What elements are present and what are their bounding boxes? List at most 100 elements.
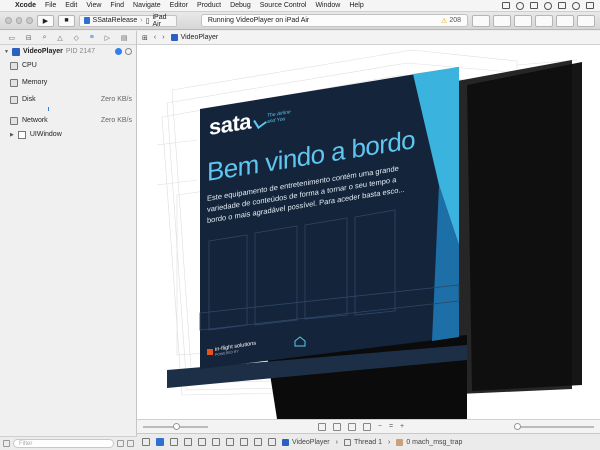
- spotlight-icon[interactable]: [572, 1, 580, 10]
- menu-edit[interactable]: Edit: [65, 2, 77, 9]
- chevron-right-icon: ›: [335, 438, 338, 446]
- show-constraints-icon[interactable]: [332, 422, 341, 431]
- step-out-icon[interactable]: [212, 438, 220, 446]
- gauge-network[interactable]: Network Zero KB/s: [0, 113, 136, 128]
- range-slider[interactable]: [514, 422, 594, 430]
- debug-crumb-thread[interactable]: Thread 1: [343, 438, 382, 446]
- warning-indicator[interactable]: ⚠ 208: [441, 17, 461, 25]
- menu-editor[interactable]: Editor: [170, 2, 188, 9]
- menu-product[interactable]: Product: [197, 2, 221, 9]
- gauge-memory[interactable]: Memory: [0, 75, 136, 90]
- simulate-location-icon[interactable]: [268, 438, 276, 446]
- toolbar-right-group: [472, 14, 596, 27]
- menu-find[interactable]: Find: [110, 2, 124, 9]
- version-editor-button[interactable]: [514, 14, 533, 27]
- add-icon[interactable]: [3, 440, 10, 447]
- debug-gauges-icon[interactable]: [115, 48, 122, 55]
- process-pid: PID 2147: [65, 48, 96, 55]
- exploded-view-hierarchy[interactable]: [137, 45, 600, 419]
- ipad-icon: ▯: [145, 17, 150, 25]
- run-button[interactable]: ▶: [37, 14, 54, 27]
- step-over-icon[interactable]: [184, 438, 192, 446]
- menu-window[interactable]: Window: [315, 2, 340, 9]
- report-icon[interactable]: ▤: [121, 34, 128, 42]
- stop-button[interactable]: ■: [57, 14, 75, 27]
- slider-knob[interactable]: [514, 422, 521, 430]
- toggle-navigator-button[interactable]: [535, 14, 554, 27]
- show-clipped-icon[interactable]: [317, 422, 326, 431]
- zoom-actual-icon[interactable]: =: [389, 423, 393, 430]
- hide-debug-area-icon[interactable]: [142, 438, 150, 446]
- issue-icon[interactable]: △: [57, 34, 62, 42]
- toggle-utilities-button[interactable]: [577, 14, 596, 27]
- folder-icon[interactable]: ▭: [8, 34, 15, 42]
- disclosure-down-icon[interactable]: ▼: [4, 49, 9, 55]
- assistant-editor-button[interactable]: [493, 14, 512, 27]
- menu-view[interactable]: View: [86, 2, 101, 9]
- back-icon[interactable]: ‹: [154, 34, 156, 41]
- screen-share-icon[interactable]: [502, 2, 510, 9]
- spacing-slider[interactable]: [143, 422, 208, 430]
- gauge-cpu[interactable]: CPU: [0, 58, 136, 73]
- related-items-icon[interactable]: ⊞: [142, 34, 148, 42]
- debug-frame: 0 mach_msg_trap: [406, 438, 463, 446]
- gauge-value: Zero KB/s: [100, 96, 132, 103]
- breakpoints-toggle-icon[interactable]: [156, 438, 164, 446]
- scheme-selector[interactable]: SSataRelease › ▯ iPad Air: [78, 14, 177, 28]
- menu-source-control[interactable]: Source Control: [260, 2, 307, 9]
- toggle-debug-area-button[interactable]: [556, 14, 575, 27]
- window-close-button[interactable]: [5, 17, 12, 24]
- orient-icon[interactable]: [362, 422, 371, 431]
- view-debugger-controls: − = +: [137, 419, 600, 433]
- memory-graph-icon[interactable]: [240, 438, 248, 446]
- breakpoint-icon[interactable]: ▷: [105, 34, 110, 42]
- view-hierarchy-icon[interactable]: [226, 438, 234, 446]
- airplay-icon[interactable]: [530, 2, 538, 9]
- step-in-icon[interactable]: [198, 438, 206, 446]
- debug-crumb-process[interactable]: VideoPlayer: [282, 438, 330, 446]
- menu-file[interactable]: File: [45, 2, 56, 9]
- cpu-icon: [10, 61, 18, 70]
- disclosure-right-icon[interactable]: ▶: [10, 132, 14, 138]
- zoom-in-icon[interactable]: +: [400, 423, 404, 430]
- notification-center-icon[interactable]: [586, 2, 594, 9]
- time-machine-icon[interactable]: [516, 1, 524, 10]
- battery-icon[interactable]: [558, 2, 566, 9]
- filter-option-icon[interactable]: [127, 440, 134, 447]
- jump-bar-crumb[interactable]: VideoPlayer: [170, 34, 218, 41]
- standard-editor-button[interactable]: [472, 14, 491, 27]
- window-minimize-button[interactable]: [15, 17, 23, 24]
- gauge-label: CPU: [22, 62, 37, 69]
- process-row[interactable]: ▼ VideoPlayer PID 2147: [0, 45, 136, 58]
- debug-crumb-frame[interactable]: 0 mach_msg_trap: [396, 438, 463, 446]
- menu-help[interactable]: Help: [349, 2, 363, 9]
- test-icon[interactable]: ◇: [74, 34, 79, 42]
- view-debugger-canvas[interactable]: sata The Airline and You Bem vindo a bor…: [137, 45, 600, 419]
- symbol-icon[interactable]: ⊟: [26, 34, 32, 42]
- menu-debug[interactable]: Debug: [230, 2, 251, 9]
- slider-knob[interactable]: [173, 422, 180, 430]
- menu-app-name[interactable]: Xcode: [15, 2, 36, 9]
- activity-status: Running VideoPlayer on iPad Air: [207, 17, 310, 24]
- filter-input[interactable]: Filter: [13, 439, 114, 448]
- window-zoom-button[interactable]: [26, 17, 34, 24]
- chevron-right-icon: ›: [388, 438, 391, 446]
- debug-thread: Thread 1: [353, 438, 382, 446]
- wifi-icon[interactable]: [544, 1, 552, 10]
- view-hierarchy-row[interactable]: ▶ UIWindow: [0, 128, 136, 141]
- view-label: UIWindow: [29, 131, 62, 138]
- filter-option-icon[interactable]: [117, 440, 124, 447]
- gauge-disk[interactable]: Disk Zero KB/s: [0, 92, 136, 107]
- pause-icon[interactable]: [125, 48, 132, 55]
- stop-icon: ■: [64, 17, 69, 24]
- brand-logo: sata: [209, 108, 252, 140]
- zoom-out-icon[interactable]: −: [378, 423, 382, 430]
- environment-overrides-icon[interactable]: [254, 438, 262, 446]
- search-icon[interactable]: ⌕: [43, 34, 47, 42]
- scheme-name: SSataRelease: [92, 17, 138, 24]
- wireframe-icon[interactable]: [347, 422, 356, 431]
- continue-icon[interactable]: [170, 438, 178, 446]
- debug-icon[interactable]: ≡: [90, 34, 94, 41]
- forward-icon[interactable]: ›: [162, 34, 164, 41]
- menu-navigate[interactable]: Navigate: [133, 2, 161, 9]
